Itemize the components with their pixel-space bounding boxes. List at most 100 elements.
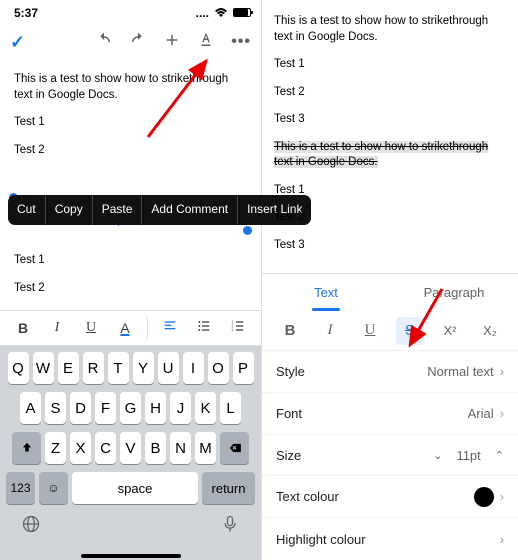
selection-handle-end[interactable] [243, 226, 252, 235]
format-tabs: Text Paragraph [262, 273, 518, 311]
key-m[interactable]: M [195, 432, 216, 464]
row-label: Size [276, 448, 301, 463]
key-c[interactable]: C [95, 432, 116, 464]
chevron-right-icon: › [500, 489, 504, 504]
key-s[interactable]: S [45, 392, 66, 424]
key-k[interactable]: K [195, 392, 216, 424]
paragraph: Test 2 [14, 281, 247, 297]
italic-button[interactable]: I [45, 320, 69, 336]
text-color-button[interactable]: A [113, 320, 137, 336]
key-w[interactable]: W [33, 352, 54, 384]
key-g[interactable]: G [120, 392, 141, 424]
status-time: 5:37 [14, 6, 38, 20]
undo-button[interactable] [95, 31, 113, 54]
return-key[interactable]: return [202, 472, 255, 504]
keyboard-bottom [3, 512, 258, 539]
document-body[interactable]: This is a test to show how to strikethro… [262, 0, 518, 273]
document-body[interactable]: This is a test to show how to strikethro… [0, 62, 261, 318]
battery-icon [233, 8, 251, 17]
row-value: Normal text [427, 364, 493, 379]
strikethrough-paragraph: This is a test to show how to strikethro… [274, 140, 506, 171]
paragraph: Test 2 [274, 85, 506, 101]
key-r[interactable]: R [83, 352, 104, 384]
row-value: 11pt [456, 448, 480, 463]
paragraph: Test 1 [14, 253, 247, 269]
paragraph: This is a test to show how to strikethro… [274, 14, 506, 45]
shift-key[interactable] [12, 432, 41, 464]
more-button[interactable]: ••• [231, 33, 251, 51]
size-decrease-button[interactable]: ⌄ [433, 449, 442, 462]
font-row[interactable]: Font Arial› [262, 393, 518, 435]
size-row: Size ⌄ 11pt ⌃ [262, 435, 518, 477]
key-n[interactable]: N [170, 432, 191, 464]
status-icons: .... [196, 6, 251, 20]
key-f[interactable]: F [95, 392, 116, 424]
colour-swatch [474, 487, 494, 507]
underline-button[interactable]: U [356, 317, 384, 345]
key-t[interactable]: T [108, 352, 129, 384]
key-l[interactable]: L [220, 392, 241, 424]
paragraph: Test 2 [274, 210, 506, 226]
right-screenshot: This is a test to show how to strikethro… [262, 0, 518, 560]
numbers-key[interactable]: 123 [6, 472, 35, 504]
paragraph: Test 1 [274, 183, 506, 199]
key-u[interactable]: U [158, 352, 179, 384]
key-row-1: QWERTYUIOP [3, 352, 258, 384]
separator [147, 317, 148, 339]
backspace-key[interactable] [220, 432, 249, 464]
align-button[interactable] [158, 318, 182, 339]
key-e[interactable]: E [58, 352, 79, 384]
emoji-key[interactable]: ☺ [39, 472, 68, 504]
key-v[interactable]: V [120, 432, 141, 464]
key-h[interactable]: H [145, 392, 166, 424]
key-row-3: ZXCVBNM [3, 432, 258, 464]
row-label: Text colour [276, 489, 339, 504]
key-d[interactable]: D [70, 392, 91, 424]
format-style-bar: B I U S X² X₂ [262, 311, 518, 351]
plus-button[interactable] [163, 31, 181, 54]
paragraph: Test 1 [274, 57, 506, 73]
numbered-list-button[interactable]: 123 [226, 318, 250, 339]
space-key[interactable]: space [72, 472, 198, 504]
ctx-add-comment[interactable]: Add Comment [142, 195, 238, 225]
editor-toolbar: ✓ ••• [0, 22, 261, 62]
row-value: Arial [468, 406, 494, 421]
size-increase-button[interactable]: ⌃ [495, 449, 504, 462]
paragraph: Test 3 [274, 238, 506, 254]
key-y[interactable]: Y [133, 352, 154, 384]
key-j[interactable]: J [170, 392, 191, 424]
redo-button[interactable] [129, 31, 147, 54]
key-row-4: 123 ☺ space return [3, 472, 258, 504]
style-row[interactable]: Style Normal text› [262, 351, 518, 393]
svg-text:3: 3 [231, 327, 233, 332]
text-colour-row[interactable]: Text colour › [262, 476, 518, 518]
ctx-cut[interactable]: Cut [8, 195, 46, 225]
key-i[interactable]: I [183, 352, 204, 384]
mic-key[interactable] [220, 514, 240, 539]
chevron-right-icon: › [500, 532, 504, 547]
ctx-paste[interactable]: Paste [93, 195, 143, 225]
italic-button[interactable]: I [316, 317, 344, 345]
bullet-list-button[interactable] [192, 318, 216, 339]
key-b[interactable]: B [145, 432, 166, 464]
key-p[interactable]: P [233, 352, 254, 384]
format-bar: B I U A 123 [0, 310, 261, 346]
text-format-button[interactable] [197, 31, 215, 54]
key-x[interactable]: X [70, 432, 91, 464]
underline-button[interactable]: U [79, 320, 103, 336]
key-a[interactable]: A [20, 392, 41, 424]
ctx-copy[interactable]: Copy [46, 195, 93, 225]
key-q[interactable]: Q [8, 352, 29, 384]
bold-button[interactable]: B [276, 317, 304, 345]
subscript-button[interactable]: X₂ [476, 317, 504, 345]
home-indicator [81, 554, 181, 558]
done-button[interactable]: ✓ [10, 32, 25, 53]
key-z[interactable]: Z [45, 432, 66, 464]
tab-text[interactable]: Text [262, 274, 390, 311]
globe-key[interactable] [21, 514, 41, 539]
key-o[interactable]: O [208, 352, 229, 384]
status-bar: 5:37 .... [0, 0, 261, 22]
bold-button[interactable]: B [11, 320, 35, 336]
wifi-icon [214, 8, 228, 18]
highlight-colour-row[interactable]: Highlight colour › [262, 518, 518, 560]
